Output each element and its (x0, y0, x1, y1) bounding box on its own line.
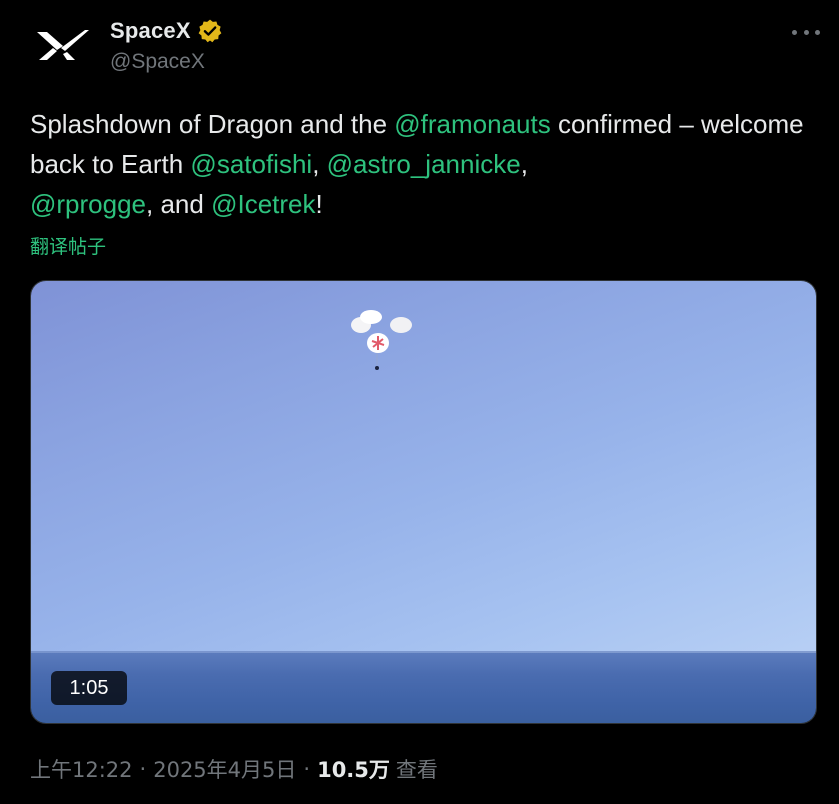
mention-link[interactable]: @Icetrek (211, 189, 315, 219)
video-duration-badge: 1:05 (51, 671, 127, 705)
tweet-text-segment: Splashdown of Dragon and the (30, 109, 395, 139)
mention-link[interactable]: @framonauts (394, 109, 550, 139)
avatar[interactable] (30, 14, 94, 78)
tweet-text: Splashdown of Dragon and the @framonauts… (30, 104, 810, 224)
more-options-icon[interactable] (792, 22, 820, 42)
translate-post-link[interactable]: 翻译帖子 (30, 232, 106, 259)
author-display-name[interactable]: SpaceX (110, 18, 191, 44)
tweet-text-segment: , (312, 149, 327, 179)
mention-link[interactable]: @rprogge (30, 189, 146, 219)
verified-badge-icon[interactable] (197, 18, 223, 44)
spacex-logo-icon (37, 30, 89, 60)
tweet-text-segment: ! (315, 189, 323, 219)
author-handle[interactable]: @SpaceX (110, 50, 223, 74)
video-frame-sky (31, 281, 816, 653)
author-names: SpaceX @SpaceX (110, 16, 223, 74)
tweet-text-segment: , and (146, 189, 212, 219)
tweet-header: SpaceX @SpaceX (30, 14, 820, 84)
parachutes-icon (351, 310, 412, 370)
mention-link[interactable]: @satofishi (190, 149, 312, 179)
tweet-time[interactable]: 上午12:22 (30, 754, 133, 784)
tweet-date[interactable]: 2025年4月5日 (153, 754, 296, 784)
tweet-meta: 上午12:22 · 2025年4月5日 · 10.5万 查看 (30, 754, 438, 784)
separator-dot: · (303, 757, 311, 781)
tweet-text-segment: , (520, 149, 528, 179)
views-count: 10.5万 (317, 758, 390, 782)
views-label: 查看 (395, 758, 438, 782)
video-frame-sea (31, 653, 816, 723)
separator-dot: · (139, 757, 147, 781)
mention-link[interactable]: @astro_jannicke (327, 149, 521, 179)
video-player[interactable]: 1:05 (30, 280, 817, 724)
